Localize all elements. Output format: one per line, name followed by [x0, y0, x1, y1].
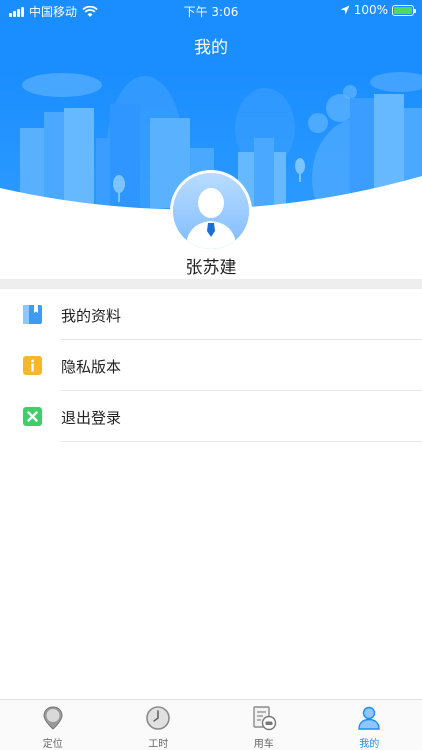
tab-location[interactable]: 定位 [0, 700, 106, 750]
avatar[interactable] [170, 170, 252, 252]
status-bar: 中国移动 下午 3:06 100% [0, 0, 422, 22]
battery-icon [392, 4, 416, 16]
tab-car[interactable]: 用车 [211, 700, 317, 750]
tab-label: 用车 [253, 739, 274, 750]
menu-item-my-profile[interactable]: 我的资料 [0, 289, 422, 340]
tab-work-hours[interactable]: 工时 [106, 700, 212, 750]
bottom-tab-bar: 定位 工时 用车 我的 [0, 699, 422, 750]
tab-label: 我的 [359, 739, 380, 750]
battery-percent: 100% [353, 3, 388, 17]
menu-item-privacy-version[interactable]: 隐私版本 [0, 340, 422, 391]
menu-label: 隐私版本 [61, 358, 122, 376]
section-divider [0, 279, 422, 289]
tab-label: 定位 [42, 739, 63, 750]
user-avatar-icon [173, 173, 249, 249]
location-arrow-icon [340, 5, 350, 15]
tab-label: 工时 [148, 739, 169, 750]
menu-label: 退出登录 [61, 409, 122, 427]
top-header: 中国移动 下午 3:06 100% 我的 [0, 0, 422, 68]
clock-icon [146, 706, 171, 730]
info-icon [23, 356, 42, 375]
tab-mine[interactable]: 我的 [317, 700, 422, 750]
profile-menu: 我的资料 隐私版本 退出登录 [0, 289, 422, 442]
status-right: 100% [340, 3, 416, 17]
car-document-icon [253, 706, 276, 731]
profile-book-icon [23, 305, 42, 324]
row-divider [61, 441, 422, 442]
menu-label: 我的资料 [61, 307, 122, 325]
user-icon [358, 706, 380, 730]
close-x-icon [23, 407, 42, 426]
menu-item-logout[interactable]: 退出登录 [0, 391, 422, 442]
user-name: 张苏建 [185, 258, 237, 278]
page-title: 我的 [194, 38, 228, 58]
location-pin-icon [43, 706, 63, 730]
